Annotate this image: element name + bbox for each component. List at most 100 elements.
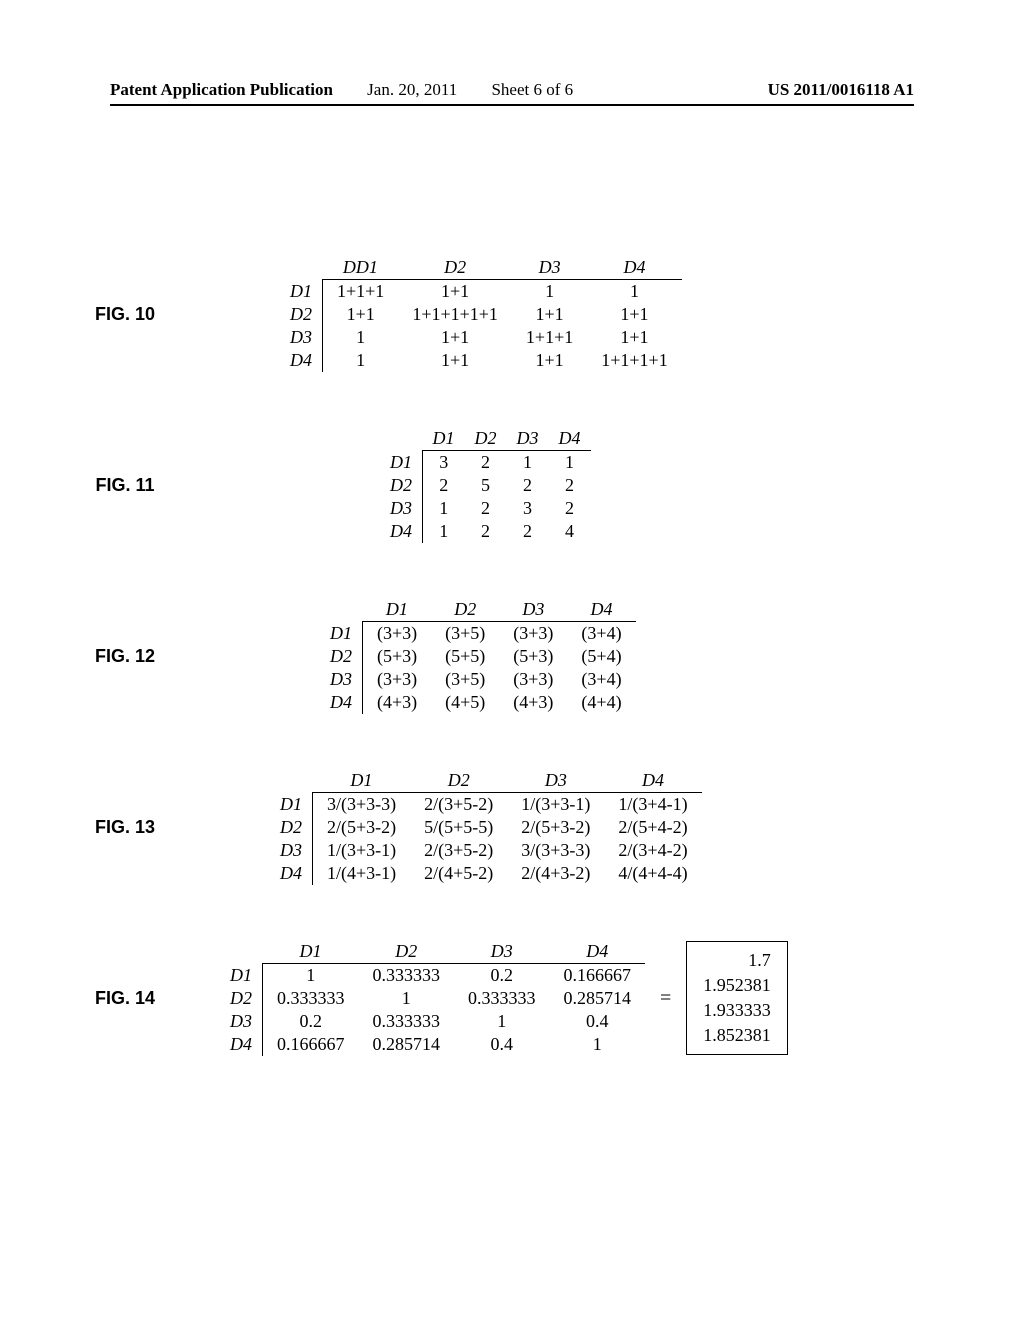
cell: 2 (465, 520, 507, 543)
cell: (3+3) (363, 668, 432, 691)
result-vector: 1.7 1.952381 1.933333 1.852381 (686, 941, 788, 1056)
col-hdr: DD1D1 (323, 256, 399, 280)
row-hdr: D2 (380, 474, 423, 497)
row-hdr: D1 (270, 793, 313, 817)
cell: 2/(5+3-2) (507, 816, 604, 839)
cell: 1 (323, 326, 399, 349)
col-hdr: D3 (454, 940, 550, 964)
row-hdr: D2 (280, 303, 323, 326)
col-hdr: D2 (410, 769, 507, 793)
row-hdr: D2 (320, 645, 363, 668)
row-hdr: D4 (280, 349, 323, 372)
publication-type: Patent Application Publication (110, 80, 333, 99)
cell: 2 (507, 474, 549, 497)
cell: 0.333333 (359, 964, 455, 988)
publication-date: Jan. 20, 2011 (367, 80, 457, 99)
cell: 2/(4+5-2) (410, 862, 507, 885)
col-hdr: D3 (512, 256, 587, 280)
cell: 0.166667 (550, 964, 646, 988)
row-hdr: D1 (380, 451, 423, 475)
cell: 0.4 (550, 1010, 646, 1033)
fig11-table-wrap: D1 D2 D3 D4 D1 3 2 1 1 D2 2 (380, 427, 591, 543)
row-hdr: D3 (220, 1010, 263, 1033)
fig12-matrix: D1 D2 D3 D4 D1 (3+3) (3+5) (3+3) (3+4) D… (320, 598, 636, 714)
cell: 1+1 (398, 280, 512, 304)
row-hdr: D4 (270, 862, 313, 885)
cell: (3+4) (567, 668, 635, 691)
row-hdr: D1 (220, 964, 263, 988)
row-hdr: D3 (280, 326, 323, 349)
cell: 1+1+1+1+1 (398, 303, 512, 326)
col-hdr: D1 (313, 769, 411, 793)
cell: 1+1 (398, 326, 512, 349)
cell: 0.2 (263, 1010, 359, 1033)
cell: 0.333333 (359, 1010, 455, 1033)
cell: (3+4) (567, 622, 635, 646)
cell: 3/(3+3-3) (507, 839, 604, 862)
cell: 1+1 (587, 303, 681, 326)
cell: 0.333333 (263, 987, 359, 1010)
figure-label: FIG. 10 (60, 304, 190, 325)
cell: 1/(3+3-1) (313, 839, 411, 862)
cell: (3+3) (499, 668, 567, 691)
cell: 2/(3+4-2) (604, 839, 701, 862)
cell: (4+4) (567, 691, 635, 714)
col-hdr: D4 (567, 598, 635, 622)
cell: 5 (465, 474, 507, 497)
page-header: Patent Application Publication Jan. 20, … (110, 80, 914, 106)
row-hdr: D4 (220, 1033, 263, 1056)
fig14-equation: D1 D2 D3 D4 D1 1 0.333333 0.2 0.166667 D… (220, 940, 788, 1056)
figures-area: FIG. 10 DD1D1 D2 D3 D4 D1 1+1+1 1+1 1 (60, 256, 964, 1056)
cell: (5+5) (431, 645, 499, 668)
cell: 0.285714 (359, 1033, 455, 1056)
vector-entry: 1.7 (703, 948, 771, 973)
col-hdr: D2 (431, 598, 499, 622)
figure-13: FIG. 13 D1 D2 D3 D4 D1 3/(3+3-3) 2/(3+5-… (60, 769, 964, 885)
cell: 0.4 (454, 1033, 550, 1056)
patent-figure-page: Patent Application Publication Jan. 20, … (0, 0, 1024, 1320)
figure-12: FIG. 12 D1 D2 D3 D4 D1 (3+3) (3+5) (3+3) (60, 598, 964, 714)
figure-label: FIG. 13 (60, 817, 190, 838)
col-hdr: D4 (550, 940, 646, 964)
cell: 2 (507, 520, 549, 543)
cell: 2 (549, 474, 591, 497)
col-hdr: D3 (507, 427, 549, 451)
col-hdr: D2 (465, 427, 507, 451)
cell: 2/(3+5-2) (410, 793, 507, 817)
cell: 1 (263, 964, 359, 988)
cell: 0.166667 (263, 1033, 359, 1056)
row-hdr: D3 (380, 497, 423, 520)
cell: 4/(4+4-4) (604, 862, 701, 885)
cell: 1+1+1 (323, 280, 399, 304)
col-hdr: D4 (549, 427, 591, 451)
document-number: US 2011/0016118 A1 (768, 80, 914, 100)
cell: (3+5) (431, 622, 499, 646)
cell: (5+4) (567, 645, 635, 668)
cell: 1 (323, 349, 399, 372)
cell: 1/(4+3-1) (313, 862, 411, 885)
cell: 3 (423, 451, 465, 475)
cell: 2/(4+3-2) (507, 862, 604, 885)
cell: 1 (423, 497, 465, 520)
cell: (4+3) (499, 691, 567, 714)
figure-label: FIG. 11 (60, 475, 190, 496)
fig13-table-wrap: D1 D2 D3 D4 D1 3/(3+3-3) 2/(3+5-2) 1/(3+… (270, 769, 702, 885)
cell: 3/(3+3-3) (313, 793, 411, 817)
col-hdr: D3 (499, 598, 567, 622)
figure-10: FIG. 10 DD1D1 D2 D3 D4 D1 1+1+1 1+1 1 (60, 256, 964, 372)
row-hdr: D2 (220, 987, 263, 1010)
cell: (4+3) (363, 691, 432, 714)
col-hdr: D1 (363, 598, 432, 622)
cell: (5+3) (363, 645, 432, 668)
cell: 0.333333 (454, 987, 550, 1010)
vector-entry: 1.952381 (703, 973, 771, 998)
cell: 0.2 (454, 964, 550, 988)
col-hdr: D3 (507, 769, 604, 793)
cell: 1+1 (512, 349, 587, 372)
fig10-table-wrap: DD1D1 D2 D3 D4 D1 1+1+1 1+1 1 1 D2 1 (280, 256, 682, 372)
cell: 3 (507, 497, 549, 520)
col-hdr: D2 (359, 940, 455, 964)
cell: 1 (423, 520, 465, 543)
vector-entry: 1.852381 (703, 1023, 771, 1048)
cell: 1+1 (323, 303, 399, 326)
